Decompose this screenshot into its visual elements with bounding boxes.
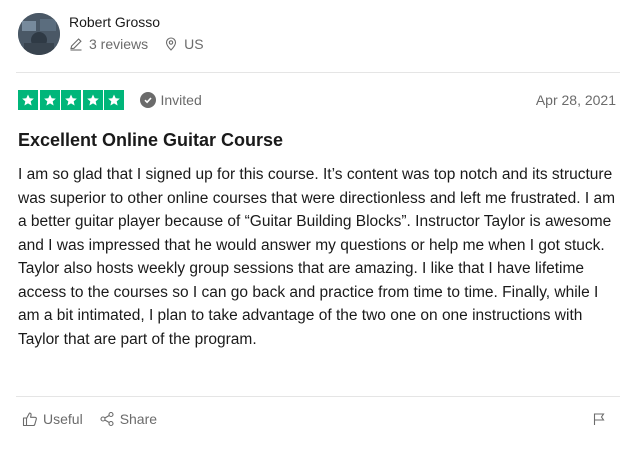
invited-badge[interactable]: Invited <box>139 92 202 108</box>
useful-label: Useful <box>43 411 83 427</box>
review-body: I am so glad that I signed up for this c… <box>18 166 616 348</box>
footer-divider <box>16 396 620 397</box>
review-actions: Useful Share <box>22 411 606 427</box>
avatar[interactable] <box>18 13 60 55</box>
pencil-icon <box>69 37 83 51</box>
check-circle-icon <box>139 92 156 108</box>
reviewer-name[interactable]: Robert Grosso <box>69 13 204 31</box>
useful-button[interactable]: Useful <box>22 411 83 427</box>
star-icon <box>39 90 60 110</box>
share-icon <box>99 411 115 427</box>
reviewer-meta: 3 reviews US <box>69 36 204 52</box>
star-icon <box>61 90 81 110</box>
share-label: Share <box>119 411 158 427</box>
star-icon <box>104 90 124 110</box>
reviewer-location: US <box>164 36 204 52</box>
reviewer-country: US <box>184 36 204 52</box>
reviews-count-label: 3 reviews <box>89 36 149 52</box>
reviewer-info: Robert Grosso 3 reviews US <box>69 12 204 52</box>
review-date: Apr 28, 2021 <box>535 92 616 108</box>
rating-row: Invited Apr 28, 2021 <box>18 90 616 110</box>
header-divider <box>16 72 620 73</box>
reviewer-header: Robert Grosso 3 reviews US <box>18 12 204 55</box>
location-pin-icon <box>164 37 178 51</box>
star-icon <box>82 90 103 110</box>
thumbs-up-icon <box>22 411 38 427</box>
share-button[interactable]: Share <box>99 411 157 427</box>
flag-icon[interactable] <box>592 412 606 426</box>
star-rating <box>18 90 126 110</box>
star-icon <box>18 90 38 110</box>
review-title: Excellent Online Guitar Course <box>18 130 284 150</box>
invited-label: Invited <box>160 92 202 108</box>
reviews-count: 3 reviews <box>69 36 148 52</box>
